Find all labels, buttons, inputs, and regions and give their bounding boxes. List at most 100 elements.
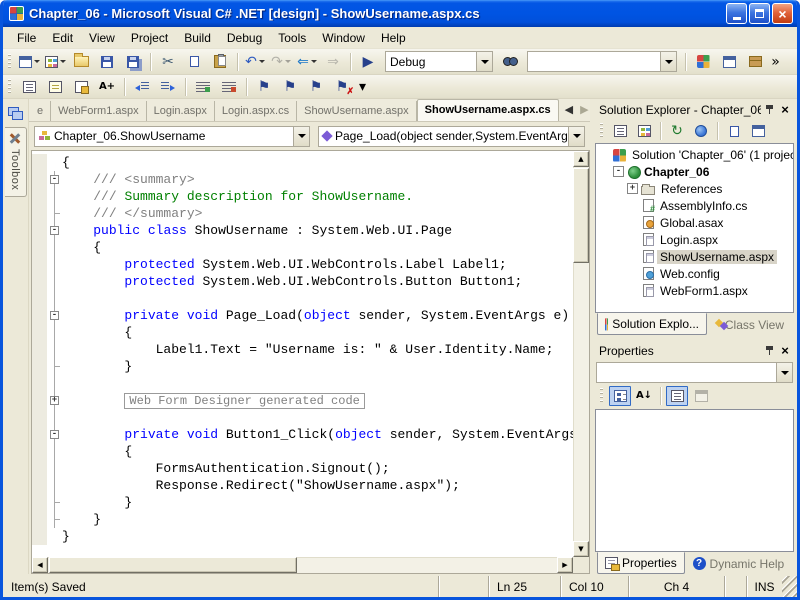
- minimize-button[interactable]: [726, 3, 747, 24]
- dropdown-arrow-icon[interactable]: [476, 52, 492, 71]
- breakpoint-margin[interactable]: [32, 239, 47, 256]
- collapse-region-icon[interactable]: -: [50, 311, 59, 320]
- redo-button[interactable]: ↷: [269, 51, 293, 73]
- properties-object-combo[interactable]: [596, 362, 793, 383]
- breakpoint-margin[interactable]: [32, 273, 47, 290]
- breakpoint-margin[interactable]: [32, 511, 47, 528]
- breakpoint-margin[interactable]: [32, 222, 47, 239]
- toolbox-button[interactable]: [743, 51, 767, 73]
- find-in-files-button[interactable]: [498, 51, 522, 73]
- menu-window[interactable]: Window: [314, 28, 373, 48]
- vertical-scroll-thumb[interactable]: [573, 168, 589, 263]
- property-pages-button[interactable]: [690, 386, 712, 406]
- next-bookmark-button[interactable]: ⚑: [278, 76, 302, 98]
- cut-button[interactable]: ✂: [156, 51, 180, 73]
- save-button[interactable]: [95, 51, 119, 73]
- expand-node-icon[interactable]: +: [627, 183, 638, 194]
- collapse-region-icon[interactable]: -: [50, 226, 59, 235]
- uncomment-button[interactable]: [217, 76, 241, 98]
- breakpoint-margin[interactable]: [32, 341, 47, 358]
- copy-web-project-button[interactable]: [690, 121, 712, 141]
- toolbar-grip[interactable]: [8, 54, 11, 70]
- fold-margin[interactable]: [47, 273, 62, 290]
- collapse-region-icon[interactable]: -: [50, 430, 59, 439]
- member-list-button[interactable]: [17, 76, 41, 98]
- new-project-button[interactable]: [17, 51, 41, 73]
- doc-tab-webform1-aspx[interactable]: WebForm1.aspx: [51, 101, 147, 121]
- fold-margin[interactable]: [47, 239, 62, 256]
- doc-tab-showusername-aspx[interactable]: ShowUsername.aspx: [297, 101, 417, 121]
- tree-item-assemblyinfo-cs[interactable]: AssemblyInfo.cs: [596, 197, 793, 214]
- tree-item-references[interactable]: +References: [596, 180, 793, 197]
- refresh-button[interactable]: ↻: [666, 121, 688, 141]
- toolbar-grip[interactable]: [600, 123, 603, 139]
- menu-file[interactable]: File: [9, 28, 44, 48]
- doc-tab-showusername-aspx-cs[interactable]: ShowUsername.aspx.cs: [417, 99, 559, 122]
- view-designer-button[interactable]: [633, 121, 655, 141]
- collapsed-region-box[interactable]: Web Form Designer generated code: [124, 393, 364, 409]
- expand-region-icon[interactable]: +: [50, 396, 59, 405]
- vertical-scrollbar[interactable]: ▲ ▼: [573, 151, 589, 557]
- breakpoint-margin[interactable]: [32, 307, 47, 324]
- fold-margin[interactable]: [47, 290, 62, 307]
- properties-button[interactable]: [747, 121, 769, 141]
- toolbox-tab[interactable]: Toolbox: [5, 127, 27, 197]
- fold-margin[interactable]: [47, 154, 62, 171]
- fold-margin[interactable]: [47, 511, 62, 528]
- fold-margin[interactable]: [47, 188, 62, 205]
- dropdown-arrow-icon[interactable]: [293, 127, 309, 146]
- fold-margin[interactable]: [47, 358, 62, 375]
- collapse-region-icon[interactable]: -: [50, 175, 59, 184]
- paste-button[interactable]: [208, 51, 232, 73]
- horizontal-scrollbar[interactable]: ◀ ▶: [32, 557, 573, 573]
- toolbar-grip[interactable]: [8, 79, 11, 95]
- start-debug-button[interactable]: ▶: [356, 51, 380, 73]
- scroll-tabs-right-icon[interactable]: ▶: [580, 103, 588, 116]
- scroll-right-button[interactable]: ▶: [557, 557, 573, 573]
- fold-margin[interactable]: [47, 494, 62, 511]
- auto-hide-pin-button[interactable]: [761, 343, 777, 358]
- fold-margin[interactable]: -: [47, 426, 62, 443]
- breakpoint-margin[interactable]: [32, 528, 47, 545]
- fold-margin[interactable]: [47, 341, 62, 358]
- clear-bookmarks-button[interactable]: ⚑✗: [330, 76, 354, 98]
- menu-tools[interactable]: Tools: [270, 28, 314, 48]
- code-editor[interactable]: {- /// <summary> /// Summary description…: [32, 151, 573, 557]
- collapse-node-icon[interactable]: -: [613, 166, 624, 177]
- scroll-down-button[interactable]: ▼: [573, 541, 589, 557]
- fold-margin[interactable]: [47, 528, 62, 545]
- menu-edit[interactable]: Edit: [44, 28, 81, 48]
- scroll-up-button[interactable]: ▲: [573, 151, 589, 167]
- menu-debug[interactable]: Debug: [219, 28, 270, 48]
- fold-margin[interactable]: [47, 409, 62, 426]
- toggle-bookmark-button[interactable]: ⚑: [252, 76, 276, 98]
- fold-margin[interactable]: +: [47, 392, 62, 409]
- property-view-button[interactable]: [666, 386, 688, 406]
- server-explorer-tab[interactable]: [5, 102, 27, 124]
- dropdown-arrow-icon[interactable]: [660, 52, 676, 71]
- fold-margin[interactable]: -: [47, 222, 62, 239]
- doc-tab-login-aspx-cs[interactable]: Login.aspx.cs: [215, 101, 297, 121]
- open-file-button[interactable]: [69, 51, 93, 73]
- breakpoint-margin[interactable]: [32, 171, 47, 188]
- fold-margin[interactable]: [47, 443, 62, 460]
- types-combo[interactable]: Chapter_06.ShowUsername: [34, 126, 310, 147]
- tree-item-chapter-06[interactable]: -Chapter_06: [596, 163, 793, 180]
- breakpoint-margin[interactable]: [32, 188, 47, 205]
- menu-help[interactable]: Help: [373, 28, 414, 48]
- fold-margin[interactable]: [47, 477, 62, 494]
- tab-class-view[interactable]: Class View: [707, 314, 792, 335]
- tab-properties[interactable]: Properties: [597, 552, 685, 574]
- tree-item-solution-chapter-06-1-project-[interactable]: Solution 'Chapter_06' (1 project): [596, 146, 793, 163]
- undo-button[interactable]: ↶: [243, 51, 267, 73]
- fold-margin[interactable]: -: [47, 307, 62, 324]
- breakpoint-margin[interactable]: [32, 494, 47, 511]
- tree-item-webform1-aspx[interactable]: WebForm1.aspx: [596, 282, 793, 299]
- breakpoint-margin[interactable]: [32, 256, 47, 273]
- breakpoint-margin[interactable]: [32, 460, 47, 477]
- toolbar-grip[interactable]: [600, 388, 603, 404]
- resize-grip[interactable]: [782, 576, 797, 597]
- dropdown-arrow-icon[interactable]: [776, 363, 792, 382]
- solution-configurations-combo[interactable]: Debug: [385, 51, 493, 72]
- alphabetical-button[interactable]: A↓: [633, 386, 655, 406]
